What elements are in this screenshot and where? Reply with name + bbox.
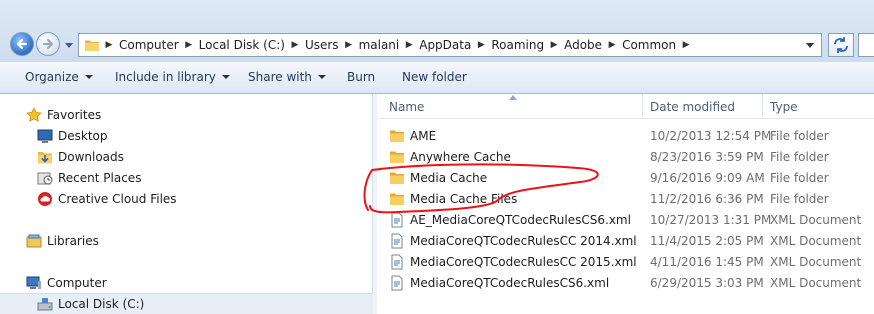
file-date: 10/27/2013 1:31 PM [650,212,772,227]
column-header-row: Name Date modified Type [377,94,874,119]
chevron-right-icon[interactable]: ▶ [289,40,301,50]
chevron-right-icon[interactable]: ▶ [183,40,195,50]
computer-icon [26,276,41,289]
burn-button[interactable]: Burn [347,70,375,84]
address-bar[interactable]: ▶ Computer ▶ Local Disk (C:) ▶ Users ▶ m… [78,33,822,57]
file-name[interactable]: MediaCoreQTCodecRulesCS6.xml [410,276,609,290]
column-type[interactable]: Type [770,100,798,114]
file-date: 9/16/2016 9:09 AM [650,170,765,185]
nav-desktop[interactable]: Desktop [0,126,373,146]
forward-arrow-icon [42,38,54,50]
nav-favorites[interactable]: Favorites [0,105,373,125]
chevron-right-icon[interactable]: ▶ [103,40,115,50]
column-date-modified[interactable]: Date modified [650,100,735,114]
caret-down-icon [221,75,230,79]
recent-places-icon [37,172,53,185]
file-date: 6/29/2015 3:03 PM [650,275,764,290]
libraries-icon [26,234,42,248]
nav-libraries[interactable]: Libraries [0,231,373,251]
folder-icon [390,130,404,142]
address-history-dropdown-icon[interactable] [805,41,815,49]
breadcrumb-appdata[interactable]: ▶ AppData [403,38,475,52]
refresh-button[interactable] [828,33,854,57]
command-toolbar: Organize Include in library Share with B… [0,62,874,94]
downloads-folder-icon [38,152,52,164]
file-type: XML Document [770,275,862,290]
breadcrumb-adobe[interactable]: ▶ Adobe [548,38,606,52]
address-row: ▶ Computer ▶ Local Disk (C:) ▶ Users ▶ m… [0,0,874,62]
sort-ascending-icon [509,95,517,100]
file-row[interactable]: MediaCoreQTCodecRulesCS6.xml 6/29/2015 3… [377,272,874,293]
breadcrumb-computer[interactable]: ▶ Computer [103,38,183,52]
breadcrumb-users[interactable]: ▶ Users [289,38,343,52]
chevron-right-icon[interactable]: ▶ [343,40,355,50]
navigation-pane: Favorites Desktop Downloads Recent Place… [0,94,373,314]
file-date: 11/4/2015 2:05 PM [650,233,764,248]
organize-button[interactable]: Organize [25,70,93,84]
refresh-icon [834,37,848,53]
forward-button[interactable] [36,32,60,56]
include-in-library-button[interactable]: Include in library [115,70,230,84]
nav-local-disk[interactable]: Local Disk (C:) [0,293,373,314]
file-date: 8/23/2016 3:59 PM [650,149,764,164]
chevron-right-icon[interactable]: ▶ [475,40,487,50]
chevron-right-icon[interactable]: ▶ [548,40,560,50]
file-name[interactable]: AME [410,129,436,143]
xml-file-icon [391,254,403,269]
file-date: 11/2/2016 6:36 PM [650,191,764,206]
breadcrumb-end[interactable]: ▶ [680,40,692,50]
hard-drive-icon [37,298,53,311]
xml-file-icon [391,275,403,290]
file-date: 10/2/2013 12:54 PM [650,128,772,143]
file-row[interactable]: MediaCoreQTCodecRulesCC 2015.xml 4/11/20… [377,251,874,272]
file-name[interactable]: MediaCoreQTCodecRulesCC 2014.xml [410,234,637,248]
creative-cloud-icon [38,192,52,206]
breadcrumb-local-disk[interactable]: ▶ Local Disk (C:) [183,38,289,52]
chevron-right-icon[interactable]: ▶ [606,40,618,50]
chevron-right-icon[interactable]: ▶ [403,40,415,50]
back-button[interactable] [10,32,34,56]
breadcrumb-roaming[interactable]: ▶ Roaming [475,38,548,52]
column-divider[interactable] [762,94,763,118]
file-type: File folder [770,128,829,143]
folder-icon [85,40,99,51]
share-with-button[interactable]: Share with [248,70,326,84]
file-type: XML Document [770,254,862,269]
file-type: XML Document [770,212,862,227]
chevron-right-icon[interactable]: ▶ [680,40,692,50]
file-type: File folder [770,170,829,185]
recent-pages-dropdown-icon[interactable] [64,40,74,50]
desktop-icon [37,129,53,143]
red-annotation-loop [363,163,599,214]
search-input[interactable] [858,33,874,57]
file-type: File folder [770,149,829,164]
file-date: 4/11/2016 1:45 PM [650,254,764,269]
back-arrow-icon [16,38,28,50]
column-divider[interactable] [642,94,643,118]
nav-computer[interactable]: Computer [0,273,373,293]
file-name[interactable]: MediaCoreQTCodecRulesCC 2015.xml [410,255,637,269]
file-row[interactable]: MediaCoreQTCodecRulesCC 2014.xml 11/4/20… [377,230,874,251]
file-row[interactable]: AME 10/2/2013 12:54 PM File folder [377,125,874,146]
new-folder-button[interactable]: New folder [402,70,467,84]
xml-file-icon [391,233,403,248]
file-type: XML Document [770,233,862,248]
breadcrumb-malani[interactable]: ▶ malani [343,38,404,52]
file-type: File folder [770,191,829,206]
breadcrumb-common[interactable]: ▶ Common [606,38,680,52]
star-icon [26,107,42,122]
caret-down-icon [84,75,93,79]
nav-creative-cloud-files[interactable]: Creative Cloud Files [0,189,373,209]
caret-down-icon [317,75,326,79]
nav-recent-places[interactable]: Recent Places [0,168,373,188]
nav-downloads[interactable]: Downloads [0,147,373,167]
column-name[interactable]: Name [389,100,424,114]
